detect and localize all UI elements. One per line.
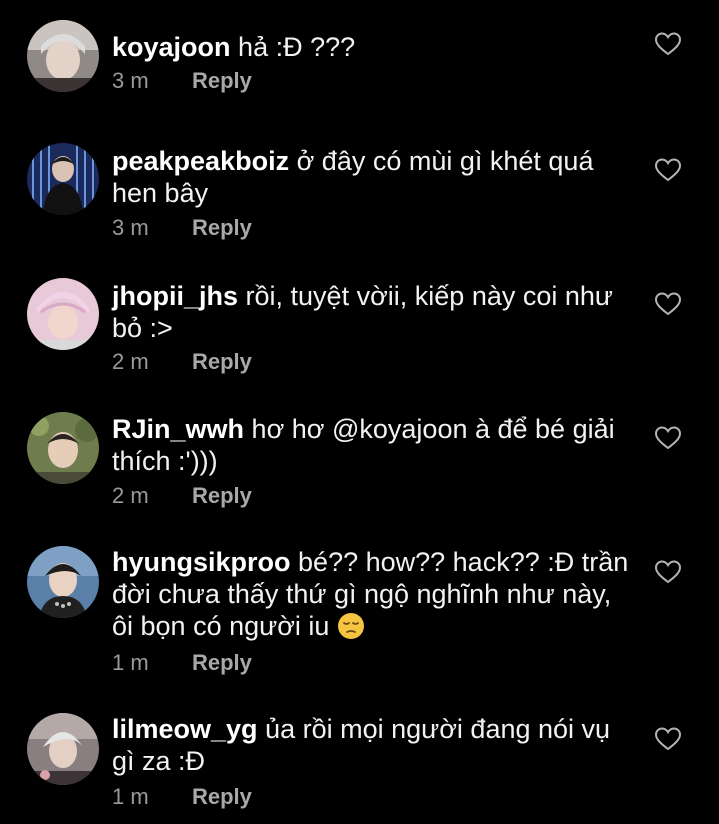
avatar[interactable]	[27, 546, 99, 618]
comment-meta: 1 m Reply	[112, 650, 252, 676]
heart-outline-icon[interactable]	[654, 559, 682, 585]
comment-username[interactable]: lilmeow_yg	[112, 714, 258, 744]
comment-text: koyajoon hả :Đ ???	[112, 31, 632, 63]
comment-meta: 2 m Reply	[112, 349, 252, 375]
avatar[interactable]	[27, 20, 99, 92]
comment-body: hả :Đ ???	[238, 32, 356, 62]
comment-meta: 2 m Reply	[112, 483, 252, 509]
comment-username[interactable]: jhopii_jhs	[112, 281, 238, 311]
heart-outline-icon[interactable]	[654, 157, 682, 183]
avatar[interactable]	[27, 278, 99, 350]
comment-text: jhopii_jhs rồi, tuyệt vờii, kiếp này coi…	[112, 280, 632, 344]
comment-timestamp: 2 m	[112, 483, 149, 508]
heart-outline-icon[interactable]	[654, 425, 682, 451]
reply-button[interactable]: Reply	[192, 483, 252, 508]
avatar[interactable]	[27, 143, 99, 215]
reply-button[interactable]: Reply	[192, 68, 252, 93]
comment-meta: 1 m Reply	[112, 784, 252, 810]
avatar[interactable]	[27, 713, 99, 785]
reply-button[interactable]: Reply	[192, 784, 252, 809]
avatar[interactable]	[27, 412, 99, 484]
heart-outline-icon[interactable]	[654, 726, 682, 752]
comment-username[interactable]: koyajoon	[112, 32, 231, 62]
comment-text: RJin_wwh hơ hơ @koyajoon à để bé giải th…	[112, 413, 632, 477]
comment-meta: 3 m Reply	[112, 215, 252, 241]
reply-button[interactable]: Reply	[192, 650, 252, 675]
comment-username[interactable]: RJin_wwh	[112, 414, 244, 444]
reply-button[interactable]: Reply	[192, 215, 252, 240]
comment-text: hyungsikproo bé?? how?? hack?? :Đ trần đ…	[112, 546, 632, 642]
comment-text: lilmeow_yg ủa rồi mọi người đang nói vụ …	[112, 713, 632, 777]
reply-button[interactable]: Reply	[192, 349, 252, 374]
comment-username[interactable]: hyungsikproo	[112, 547, 291, 577]
comment-timestamp: 1 m	[112, 784, 149, 809]
heart-outline-icon[interactable]	[654, 31, 682, 57]
comment-text: peakpeakboiz ở đây có mùi gì khét quá he…	[112, 145, 632, 209]
comment-timestamp: 3 m	[112, 215, 149, 240]
comment-username[interactable]: peakpeakboiz	[112, 146, 289, 176]
comment-timestamp: 3 m	[112, 68, 149, 93]
comment-timestamp: 2 m	[112, 349, 149, 374]
heart-outline-icon[interactable]	[654, 291, 682, 317]
comment-timestamp: 1 m	[112, 650, 149, 675]
comment-meta: 3 m Reply	[112, 68, 252, 94]
pensive-face-emoji	[337, 612, 365, 640]
